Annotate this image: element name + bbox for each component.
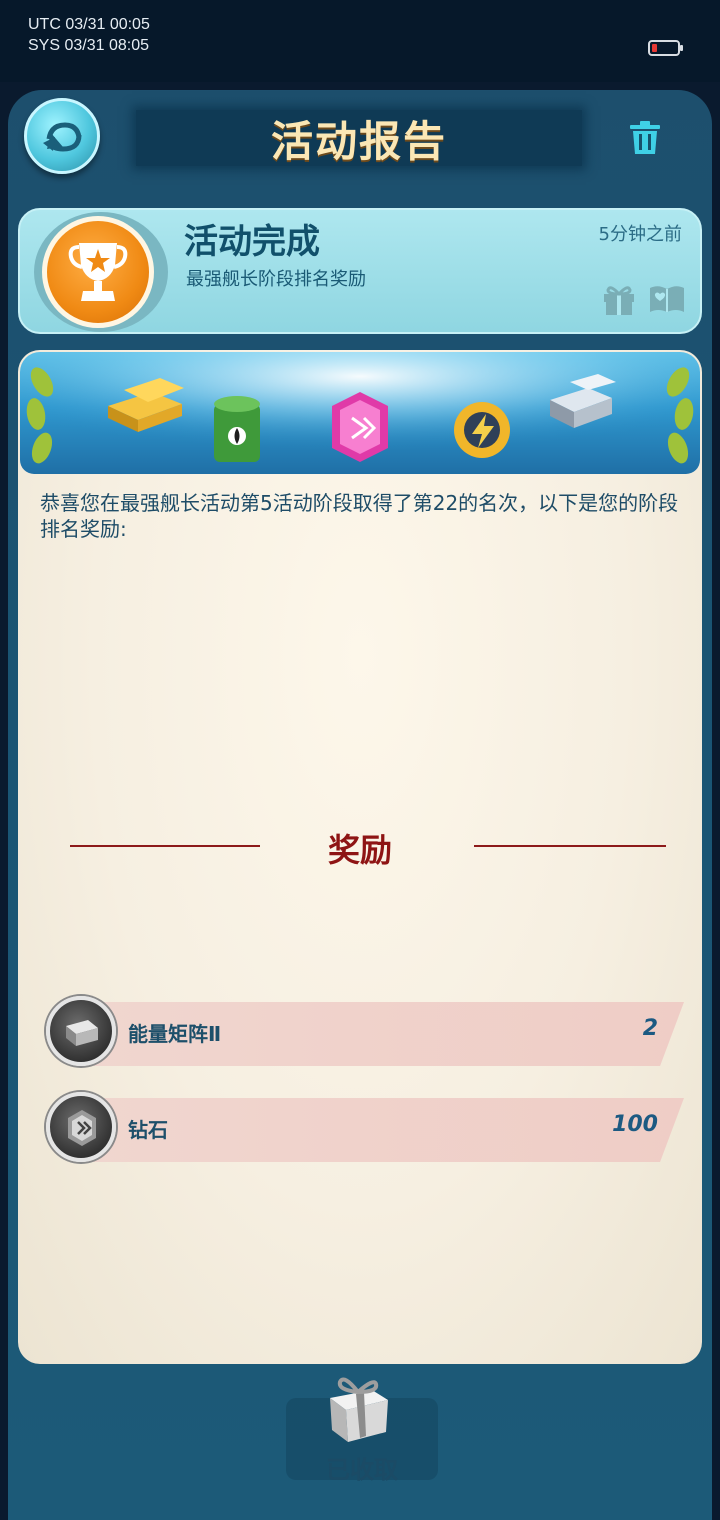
event-banner	[20, 352, 700, 474]
reward-quantity: 100	[612, 1112, 658, 1137]
claim-button-label: 已收取	[326, 1456, 398, 1484]
reward-quantity: 2	[642, 1016, 658, 1041]
status-times: UTC 03/31 00:05 SYS 03/31 08:05	[28, 14, 150, 56]
reward-item: 钻石 100	[46, 1092, 686, 1164]
header: 活动报告	[8, 90, 712, 200]
gift-box-icon	[330, 1377, 388, 1442]
message-body-panel: 恭喜您在最强舰长活动第5活动阶段取得了第22的名次，以下是您的阶段排名奖励: 奖…	[18, 350, 702, 1364]
status-bar: UTC 03/31 00:05 SYS 03/31 08:05	[0, 0, 720, 82]
divider	[474, 845, 666, 847]
sys-time: SYS 03/31 08:05	[28, 37, 149, 54]
reward-name: 能量矩阵Ⅱ	[128, 1022, 222, 1046]
notice-card: 活动完成 最强舰长阶段排名奖励 5分钟之前	[18, 208, 702, 334]
reward-name: 钻石	[128, 1118, 168, 1142]
book-icon	[650, 286, 684, 312]
utc-time: UTC 03/31 00:05	[28, 16, 150, 33]
notice-timestamp: 5分钟之前	[598, 224, 682, 245]
energy-matrix-icon	[46, 996, 116, 1066]
back-button[interactable]	[24, 98, 100, 174]
notice-subtitle: 最强舰长阶段排名奖励	[186, 269, 366, 290]
page-title: 活动报告	[270, 117, 447, 166]
message-text: 恭喜您在最强舰长活动第5活动阶段取得了第22的名次，以下是您的阶段排名奖励:	[40, 491, 679, 541]
notice-title: 活动完成	[184, 222, 320, 262]
battery-icon	[648, 40, 683, 56]
gift-icon	[604, 286, 634, 315]
reward-item: 能量矩阵Ⅱ 2	[46, 996, 686, 1068]
trophy-icon	[42, 216, 154, 328]
rewards-header: 奖励	[18, 825, 702, 869]
diamond-icon	[46, 1092, 116, 1162]
report-panel: 活动报告 活动完成 最强舰长阶段排名奖励 5分钟之前 恭喜您在最强舰长活动第5活…	[8, 90, 712, 1520]
rewards-title: 奖励	[327, 831, 392, 869]
back-arrow-icon	[43, 122, 82, 152]
trash-icon	[630, 121, 660, 154]
delete-button[interactable]	[628, 120, 662, 156]
